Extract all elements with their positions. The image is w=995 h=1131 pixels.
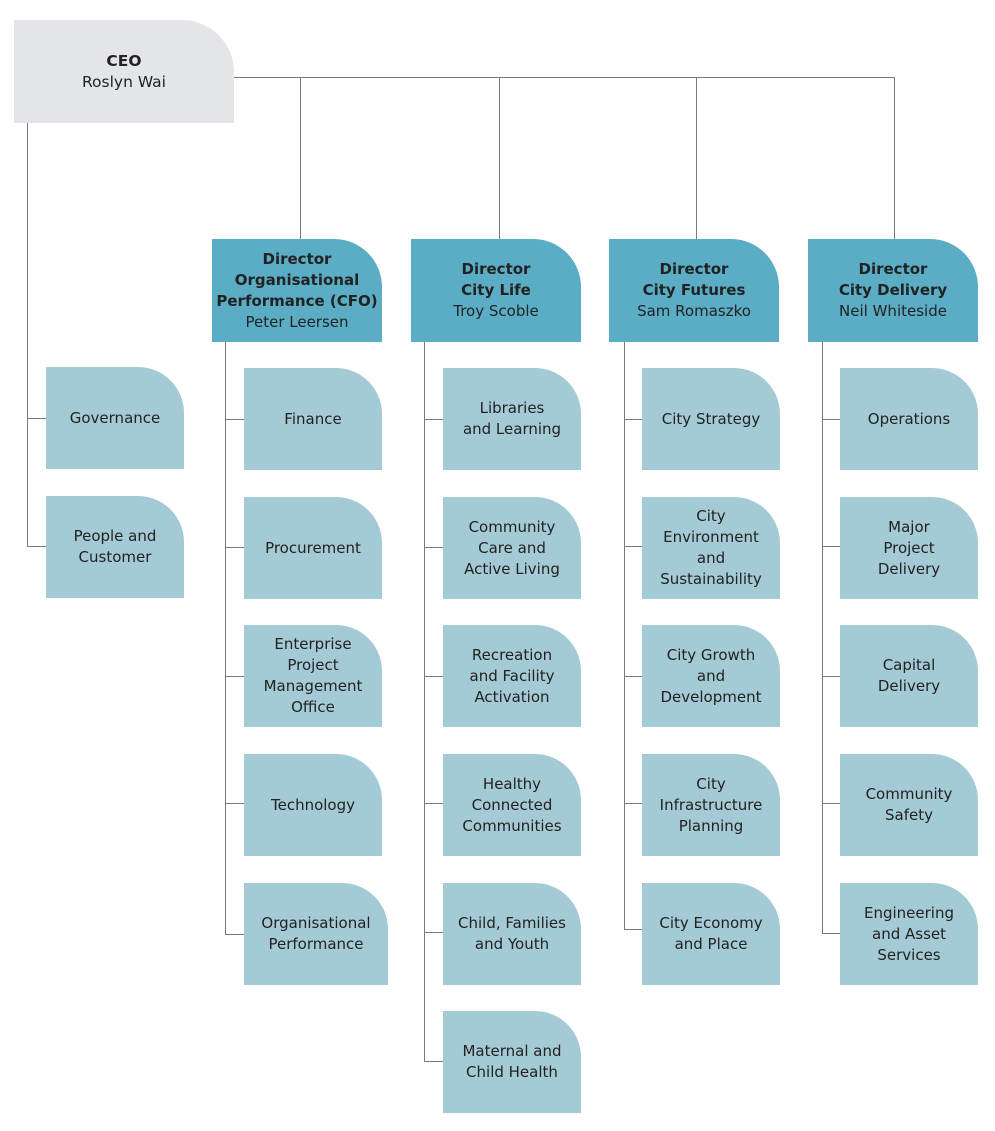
ceo-bus-line xyxy=(234,77,895,78)
connector xyxy=(424,547,443,548)
connector xyxy=(225,803,244,804)
drop-line-dir-1 xyxy=(300,77,301,239)
unit-label: City Growth and Development xyxy=(660,645,762,706)
connector xyxy=(624,803,643,804)
drop-line-dir-3 xyxy=(696,77,697,239)
unit-community-care[interactable]: Community Care and Active Living xyxy=(443,497,581,599)
ceo-units-spine xyxy=(27,123,28,547)
unit-organisational-performance[interactable]: Organisational Performance xyxy=(244,883,388,985)
unit-label: Community Care and Active Living xyxy=(464,517,560,578)
connector xyxy=(424,419,443,420)
connector xyxy=(624,419,643,420)
director-name: Neil Whiteside xyxy=(839,302,947,320)
unit-technology[interactable]: Technology xyxy=(244,754,382,856)
director-city-life[interactable]: Director City Life Troy Scoble xyxy=(411,239,581,342)
connector xyxy=(424,1061,443,1062)
unit-label: Recreation and Facility Activation xyxy=(469,645,555,706)
drop-line-dir-4 xyxy=(894,77,895,239)
drop-line-dir-2 xyxy=(499,77,500,239)
connector xyxy=(424,803,443,804)
unit-finance[interactable]: Finance xyxy=(244,368,382,470)
director-title: Director City Delivery xyxy=(838,260,948,299)
unit-label: Community Safety xyxy=(865,785,953,824)
director-title: Director City Futures xyxy=(642,260,746,299)
unit-label: City Strategy xyxy=(661,409,761,428)
unit-label: City Infrastructure Planning xyxy=(659,774,763,835)
unit-city-infrastructure[interactable]: City Infrastructure Planning xyxy=(642,754,780,856)
ceo-node[interactable]: CEO Roslyn Wai xyxy=(14,20,234,123)
unit-child-families-youth[interactable]: Child, Families and Youth xyxy=(443,883,581,985)
unit-label: City Economy and Place xyxy=(659,914,763,953)
unit-libraries-and-learning[interactable]: Libraries and Learning xyxy=(443,368,581,470)
connector xyxy=(822,419,841,420)
unit-capital-delivery[interactable]: Capital Delivery xyxy=(840,625,978,727)
unit-major-project-delivery[interactable]: Major Project Delivery xyxy=(840,497,978,599)
unit-label: Healthy Connected Communities xyxy=(462,774,562,835)
unit-label: Libraries and Learning xyxy=(462,399,562,438)
dir-2-spine xyxy=(424,342,425,1062)
unit-label: People and Customer xyxy=(73,527,157,566)
unit-enterprise-pmo[interactable]: Enterprise Project Management Office xyxy=(244,625,382,727)
unit-label: Governance xyxy=(69,408,161,427)
director-city-futures[interactable]: Director City Futures Sam Romaszko xyxy=(609,239,779,342)
connector xyxy=(822,803,841,804)
unit-maternal-child-health[interactable]: Maternal and Child Health xyxy=(443,1011,581,1113)
unit-recreation-facility[interactable]: Recreation and Facility Activation xyxy=(443,625,581,727)
director-name: Sam Romaszko xyxy=(637,302,751,320)
unit-label: Child, Families and Youth xyxy=(458,914,566,953)
ceo-name: Roslyn Wai xyxy=(81,72,166,91)
connector xyxy=(822,933,841,934)
dir-3-spine xyxy=(624,342,625,930)
director-city-delivery[interactable]: Director City Delivery Neil Whiteside xyxy=(808,239,978,342)
unit-operations[interactable]: Operations xyxy=(840,368,978,470)
connector xyxy=(822,676,841,677)
ceo-title: CEO xyxy=(106,51,142,70)
unit-label: City Environment and Sustainability xyxy=(660,507,762,588)
connector xyxy=(624,929,643,930)
unit-label: Organisational Performance xyxy=(261,914,371,953)
connector xyxy=(27,418,46,419)
dir-4-spine xyxy=(822,342,823,934)
unit-label: Operations xyxy=(867,409,951,428)
director-organisational-performance[interactable]: Director Organisational Performance (CFO… xyxy=(212,239,382,342)
unit-people-and-customer[interactable]: People and Customer xyxy=(46,496,184,598)
connector xyxy=(624,546,643,547)
director-title: Director City Life xyxy=(461,260,531,299)
connector xyxy=(225,547,244,548)
unit-city-economy[interactable]: City Economy and Place xyxy=(642,883,780,985)
unit-label: Technology xyxy=(270,795,356,814)
director-title: Director Organisational Performance (CFO… xyxy=(216,249,378,310)
unit-label: Major Project Delivery xyxy=(877,517,941,578)
dir-1-spine xyxy=(225,342,226,934)
connector xyxy=(424,932,443,933)
connector xyxy=(225,676,244,677)
connector xyxy=(624,676,643,677)
connector xyxy=(225,934,244,935)
unit-city-environment[interactable]: City Environment and Sustainability xyxy=(642,497,780,599)
connector xyxy=(424,676,443,677)
unit-procurement[interactable]: Procurement xyxy=(244,497,382,599)
connector xyxy=(27,546,46,547)
unit-city-strategy[interactable]: City Strategy xyxy=(642,368,780,470)
unit-healthy-connected[interactable]: Healthy Connected Communities xyxy=(443,754,581,856)
unit-label: Procurement xyxy=(265,538,361,557)
unit-community-safety[interactable]: Community Safety xyxy=(840,754,978,856)
unit-city-growth[interactable]: City Growth and Development xyxy=(642,625,780,727)
unit-label: Engineering and Asset Services xyxy=(864,903,954,964)
unit-label: Enterprise Project Management Office xyxy=(263,635,363,716)
unit-governance[interactable]: Governance xyxy=(46,367,184,469)
director-name: Peter Leersen xyxy=(245,312,349,331)
director-name: Troy Scoble xyxy=(453,302,539,320)
unit-label: Maternal and Child Health xyxy=(462,1042,562,1081)
unit-label: Capital Delivery xyxy=(877,656,941,695)
connector xyxy=(822,546,841,547)
connector xyxy=(225,419,244,420)
unit-label: Finance xyxy=(284,409,342,428)
unit-engineering-asset-services[interactable]: Engineering and Asset Services xyxy=(840,883,978,985)
